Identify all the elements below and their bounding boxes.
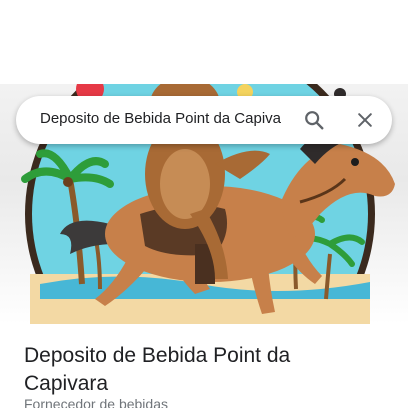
place-category: Fornecedor de bebidas bbox=[24, 396, 168, 408]
search-input[interactable]: Deposito de Bebida Point da Capiva bbox=[40, 110, 281, 127]
close-icon[interactable] bbox=[351, 106, 379, 134]
place-info-panel: Deposito de Bebida Point da Capivara For… bbox=[0, 324, 408, 408]
place-title: Deposito de Bebida Point da Capivara bbox=[24, 344, 291, 395]
top-blank-area bbox=[0, 0, 408, 84]
search-bar[interactable]: Deposito de Bebida Point da Capiva bbox=[16, 96, 392, 144]
search-icon[interactable] bbox=[300, 106, 328, 134]
